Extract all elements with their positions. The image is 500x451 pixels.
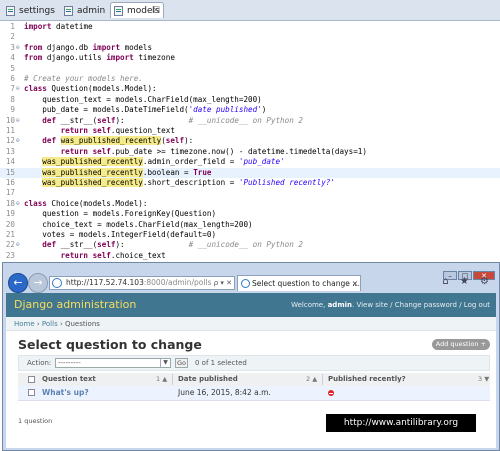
code-editor: settings admin models ☒ 1 import datetime… [0, 0, 500, 262]
code-line: 3 ⊖ from django.db import models [10, 42, 153, 52]
watermark: http://www.antilibrary.org [326, 414, 476, 432]
window-controls: – □ ✕ [442, 263, 495, 280]
welcome-text: Welcome, [291, 301, 326, 309]
table-row: What's up? June 16, 2015, 8:42 a.m. [18, 386, 490, 401]
user-links[interactable]: . View site / Change password / Log out [352, 301, 490, 309]
user-tools: Welcome, admin. View site / Change passw… [291, 301, 490, 309]
back-button[interactable]: ← [8, 273, 28, 293]
tab-label: settings [19, 6, 55, 16]
tab-label: admin [77, 6, 106, 16]
question-link[interactable]: What's up? [42, 386, 89, 400]
selected-count: 0 of 1 selected [195, 359, 247, 367]
python-file-icon [64, 6, 73, 16]
select-all-checkbox[interactable] [28, 376, 35, 383]
code-line: 14 was_published_recently.admin_order_fi… [5, 157, 285, 167]
forward-button[interactable]: → [28, 273, 48, 293]
ie-logo-icon [241, 279, 250, 288]
admin-header: Django administration Welcome, admin. Vi… [6, 293, 496, 317]
action-label: Action: [27, 359, 52, 367]
code-line: 1 import datetime [10, 22, 93, 31]
action-select[interactable]: --------- ▼ [55, 358, 171, 368]
column-published-recently[interactable]: Published recently? [328, 373, 406, 386]
code-line: 7 ⊖ class Question(models.Model): [10, 84, 157, 94]
go-button[interactable]: Go [175, 358, 188, 368]
ie-logo-icon [52, 278, 62, 288]
close-tab-icon[interactable]: ☒ [152, 3, 160, 19]
action-select-value: --------- [58, 359, 81, 367]
toolbar-icons[interactable]: ⌂ ★ ⚙ [442, 276, 493, 287]
code-line: 18 ⊖ class Choice(models.Model): [5, 198, 148, 208]
code-line: 13 return self.pub_date >= timezone.now(… [5, 146, 367, 156]
close-tab-icon[interactable]: × [352, 276, 358, 291]
address-controls[interactable]: ρ ▾ ✕ [214, 277, 232, 289]
code-line: 4 from django.utils import timezone [10, 53, 175, 63]
code-line: 20 choice_text = models.CharField(max_le… [5, 219, 253, 229]
tab-models[interactable]: models ☒ [110, 2, 164, 18]
breadcrumb-separator: › [34, 320, 42, 328]
code-line: 11 return self.question_text [5, 126, 175, 135]
breadcrumb-home[interactable]: Home [14, 320, 35, 328]
sort-indicator[interactable]: 1 ▲ [156, 373, 167, 386]
code-line-current: 15 was_published_recently.boolean = True [0, 167, 500, 178]
code-line: 21 votes = models.IntegerField(default=0… [5, 230, 217, 239]
site-title[interactable]: Django administration [14, 298, 136, 311]
chevron-down-icon: ▼ [160, 359, 170, 367]
url-path: :8000/admin/polls [143, 278, 212, 287]
column-date-published[interactable]: Date published [178, 373, 238, 386]
breadcrumb: Home › Polls › Questions [6, 317, 496, 331]
address-bar[interactable]: http://117.52.74.103:8000/admin/polls ρ … [49, 276, 235, 290]
false-status-icon [328, 390, 334, 396]
page-title: Select question to change [18, 337, 202, 352]
editor-tab-bar: settings admin models ☒ [0, 0, 500, 21]
code-line: 9 pub_date = models.DateTimeField('date … [10, 105, 267, 115]
breadcrumb-polls[interactable]: Polls [42, 320, 58, 328]
python-file-icon [6, 6, 15, 16]
code-line: 16 was_published_recently.short_descript… [5, 178, 335, 187]
code-line: 5 [10, 63, 15, 73]
action-bar: Action: --------- ▼ Go 0 of 1 selected [18, 355, 490, 371]
result-count: 1 question [18, 417, 53, 425]
sort-indicator[interactable]: 3 ▼ [478, 373, 489, 386]
code-area[interactable]: 1 import datetime 2 3 ⊖ from django.db impo… [0, 22, 500, 262]
url-host: http://117.52.74.103 [66, 278, 144, 287]
code-line: 22 ⊖ def __str__(self): # __unicode__ on … [5, 240, 303, 250]
code-line: 8 question_text = models.CharField(max_l… [10, 94, 262, 104]
code-line: 19 question = models.ForeignKey(Question… [5, 209, 217, 219]
code-line: 2 [10, 32, 15, 42]
breadcrumb-current: Questions [64, 320, 100, 328]
code-line: 10 ⊖ def __str__(self): # __unicode__ on … [5, 115, 303, 125]
code-line: 12 ⊖ def was_published_recently(self): [5, 136, 194, 146]
date-published-cell: June 16, 2015, 8:42 a.m. [178, 388, 271, 397]
browser-tab-active[interactable]: Select question to change ... × [237, 275, 361, 291]
username: admin [327, 301, 352, 309]
code-line: 17 [5, 188, 15, 198]
table-header: Question text 1 ▲ Date published 2 ▲ Pub… [18, 373, 490, 387]
tab-settings[interactable]: settings [2, 2, 58, 18]
column-divider [172, 374, 173, 385]
breadcrumb-separator: › [57, 320, 65, 328]
browser-tab-title: Select question to change ... [252, 279, 360, 288]
code-line: 6 # Create your models here. [10, 74, 143, 83]
tab-admin[interactable]: admin [60, 2, 108, 18]
code-line: 23 return self.choice_text [5, 250, 166, 260]
column-question-text[interactable]: Question text [42, 373, 96, 386]
sort-indicator[interactable]: 2 ▲ [306, 373, 317, 386]
column-divider [322, 374, 323, 385]
python-file-icon [114, 6, 123, 16]
add-question-button[interactable]: Add question + [431, 339, 490, 350]
row-checkbox[interactable] [28, 389, 35, 396]
